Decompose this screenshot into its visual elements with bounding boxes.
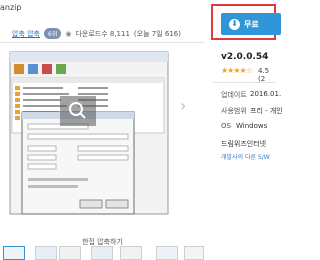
thumbnail-5[interactable] (120, 246, 142, 260)
rank-badge: 6위 (44, 28, 62, 39)
license-value: 프리 - 개인 (250, 107, 283, 115)
category-link[interactable]: 압축 압축 (12, 29, 40, 39)
thumbnail-1[interactable] (3, 246, 25, 260)
update-label: 업데이트 (221, 91, 247, 99)
program-meta: 압축 압축 6위 ◉ 다운로드수 8,111 (오늘 7일 616) (12, 28, 181, 39)
info-divider (213, 82, 276, 83)
rating-score: 4.5 (2 (258, 67, 270, 83)
today-count: (오늘 7일 616) (133, 29, 181, 38)
download-count: 다운로드수 8,111 (75, 29, 130, 38)
download-arrow-icon: ⬇ (229, 18, 240, 30)
thumbnail-strip (0, 246, 205, 260)
developer-other-link[interactable]: 개발사의 다른 S/W (221, 152, 270, 161)
thumbnail-4[interactable] (91, 246, 113, 260)
thumbnail-2[interactable] (35, 246, 57, 260)
free-download-button[interactable]: ⬇ 무료 (221, 13, 281, 35)
os-value: Windows (236, 122, 268, 130)
download-icon: ◉ (65, 29, 72, 38)
version-text: v2.0.0.54 (221, 52, 269, 62)
os-label: OS (221, 122, 231, 130)
star-rating: ★★★★☆ (221, 66, 253, 75)
header-divider (0, 42, 205, 43)
next-arrow-icon[interactable]: › (180, 96, 186, 115)
program-title: anzip (0, 3, 22, 12)
thumbnail-7[interactable] (184, 246, 204, 260)
update-value: 2016.01. (250, 90, 282, 98)
thumbnail-3[interactable] (59, 246, 81, 260)
download-highlight-box: ⬇ 무료 (211, 4, 281, 40)
developer-name[interactable]: 드림위즈인터넷 (221, 139, 266, 149)
license-label: 사용범위 (221, 107, 247, 115)
screenshot-preview[interactable] (8, 50, 170, 216)
download-label: 무료 (244, 19, 259, 29)
thumbnail-6[interactable] (156, 246, 178, 260)
